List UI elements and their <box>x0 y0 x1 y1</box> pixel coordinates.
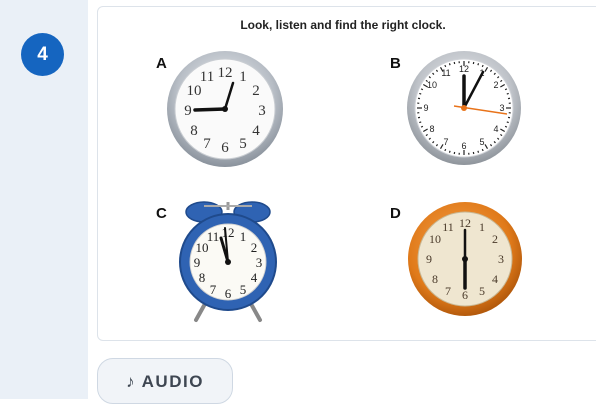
svg-text:4: 4 <box>251 270 258 285</box>
option-d-letter: D <box>390 205 401 222</box>
question-instruction: Look, listen and find the right clock. <box>97 18 589 32</box>
svg-text:4: 4 <box>493 124 498 134</box>
audio-button[interactable]: ♪ AUDIO <box>97 358 233 404</box>
svg-text:6: 6 <box>225 286 232 301</box>
svg-text:5: 5 <box>479 284 485 298</box>
svg-text:12: 12 <box>459 216 471 230</box>
svg-text:9: 9 <box>194 255 201 270</box>
clock-tick <box>478 63 479 65</box>
option-c-letter: C <box>156 205 167 222</box>
svg-text:5: 5 <box>240 282 247 297</box>
option-c-clock[interactable]: 12 11 10 9 8 7 6 5 4 3 2 1 <box>176 196 280 324</box>
svg-text:1: 1 <box>239 69 247 85</box>
svg-text:9: 9 <box>426 252 432 266</box>
clock-tick <box>419 122 421 123</box>
option-b-letter: B <box>390 55 401 72</box>
svg-text:4: 4 <box>252 123 260 139</box>
svg-text:6: 6 <box>461 141 466 151</box>
clock-tick <box>449 63 450 65</box>
option-b-clock[interactable]: 12 11 10 9 8 7 6 5 4 3 2 1 <box>404 48 524 168</box>
svg-text:11: 11 <box>207 229 220 244</box>
svg-text:1: 1 <box>479 220 485 234</box>
svg-text:7: 7 <box>445 284 451 298</box>
svg-text:9: 9 <box>423 103 428 113</box>
clock-tick <box>478 151 479 153</box>
svg-text:2: 2 <box>252 83 260 99</box>
svg-text:10: 10 <box>196 240 209 255</box>
svg-text:7: 7 <box>443 137 448 147</box>
clock-tick <box>505 89 507 90</box>
svg-text:7: 7 <box>210 282 217 297</box>
svg-text:11: 11 <box>441 68 450 78</box>
svg-text:5: 5 <box>479 137 484 147</box>
clock-tick <box>419 93 421 94</box>
svg-text:2: 2 <box>492 232 498 246</box>
audio-button-label: AUDIO <box>142 372 204 391</box>
clock-tick <box>421 126 423 127</box>
svg-text:8: 8 <box>429 124 434 134</box>
svg-text:12: 12 <box>222 225 235 240</box>
svg-text:12: 12 <box>218 65 233 81</box>
svg-text:8: 8 <box>190 123 198 139</box>
svg-text:7: 7 <box>203 136 211 152</box>
svg-text:3: 3 <box>499 103 504 113</box>
svg-text:11: 11 <box>442 220 454 234</box>
svg-text:8: 8 <box>432 272 438 286</box>
svg-text:6: 6 <box>221 140 229 156</box>
music-note-icon: ♪ <box>126 372 136 391</box>
clock-tick <box>507 122 509 123</box>
clock-tick <box>507 93 509 94</box>
svg-text:3: 3 <box>258 103 266 119</box>
svg-text:6: 6 <box>462 288 468 302</box>
clock-tick <box>421 89 423 90</box>
svg-text:8: 8 <box>199 270 206 285</box>
svg-text:3: 3 <box>498 252 504 266</box>
question-number-badge: 4 <box>21 33 64 76</box>
svg-text:10: 10 <box>427 80 437 90</box>
svg-text:2: 2 <box>493 80 498 90</box>
clock-tick <box>482 149 483 151</box>
svg-text:11: 11 <box>200 69 214 85</box>
clock-tick <box>505 126 507 127</box>
clock-tick <box>445 149 446 151</box>
svg-text:10: 10 <box>187 83 202 99</box>
option-d-clock[interactable]: 12 11 10 9 8 7 6 5 4 3 2 1 <box>406 200 524 318</box>
clock-tick <box>482 65 483 67</box>
clock-tick <box>445 65 446 67</box>
svg-text:10: 10 <box>429 232 441 246</box>
svg-text:3: 3 <box>256 255 263 270</box>
option-a-clock[interactable]: 12 11 10 9 8 7 6 5 4 3 2 1 <box>164 48 286 170</box>
svg-text:12: 12 <box>459 64 469 74</box>
svg-text:2: 2 <box>251 240 258 255</box>
clock-tick <box>449 151 450 153</box>
svg-text:4: 4 <box>492 272 498 286</box>
svg-text:9: 9 <box>184 103 192 119</box>
svg-text:5: 5 <box>239 136 247 152</box>
svg-text:1: 1 <box>240 229 247 244</box>
